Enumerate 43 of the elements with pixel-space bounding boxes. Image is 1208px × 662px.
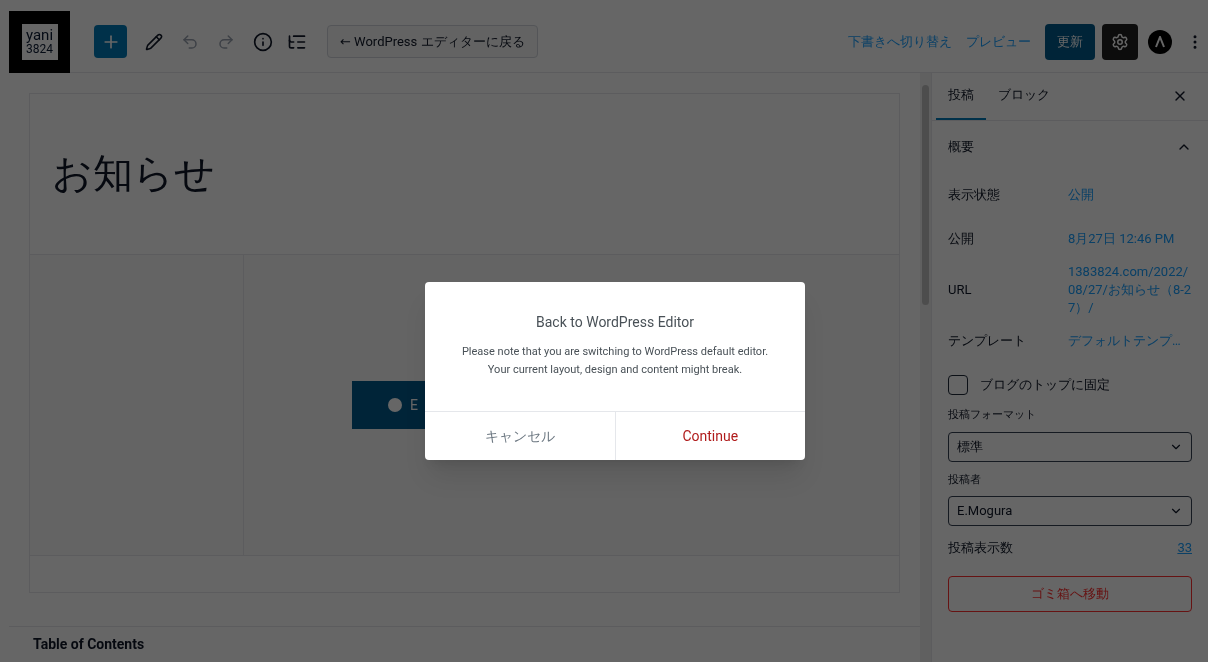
sidebar-tab[interactable]: 投稿 — [936, 72, 986, 120]
preview-link[interactable]: プレビュー — [966, 31, 1031, 52]
add-block-button[interactable] — [94, 25, 127, 58]
field-label: 公開 — [948, 230, 975, 249]
section-header[interactable]: 概要 — [948, 121, 1192, 173]
format-select[interactable]: 標準 — [948, 431, 1192, 462]
panel-title: Table of Contents — [33, 635, 145, 654]
plugin-icon[interactable] — [1148, 29, 1172, 54]
switch-to-draft-link[interactable]: 下書きへ切り替え — [848, 31, 952, 52]
field-label: 投稿者 — [948, 471, 982, 488]
field-label: テンプレート — [948, 332, 1027, 351]
dialog-title: Back to WordPress Editor — [536, 313, 694, 332]
elementor-icon — [388, 398, 402, 412]
views-count-link[interactable]: 33 — [1177, 538, 1192, 558]
site-logo[interactable]: yani 3824 — [9, 10, 70, 73]
cancel-button[interactable]: キャンセル — [425, 412, 616, 460]
update-button[interactable]: 更新 — [1045, 23, 1095, 60]
dialog-message: Please note that you are switching to WordPress default editor. Your current layout, design and content might break. — [460, 344, 770, 378]
author-select[interactable]: E.Mogura — [948, 496, 1192, 526]
edit-icon[interactable] — [145, 32, 163, 51]
checkbox-label: ブログのトップに固定 — [980, 376, 1110, 395]
sticky-checkbox[interactable] — [948, 375, 968, 395]
continue-button[interactable]: Continue — [615, 412, 805, 460]
field-value-link[interactable]: 公開 — [1068, 184, 1192, 206]
settings-button[interactable] — [1102, 23, 1138, 60]
field-value-link[interactable]: デフォルトテンプ… — [1068, 330, 1192, 352]
post-title[interactable]: お知らせ — [30, 94, 899, 254]
info-icon[interactable] — [253, 31, 273, 52]
field-label: 投稿フォーマット — [948, 407, 1037, 423]
modal-overlay[interactable] — [0, 0, 1208, 662]
field-label: 表示状態 — [948, 186, 1001, 205]
redo-icon[interactable] — [217, 32, 235, 51]
move-to-trash-button[interactable]: ゴミ箱へ移動 — [948, 575, 1192, 612]
back-to-editor-button[interactable]: ← WordPress エディターに戻る — [327, 25, 538, 58]
gear-icon — [1111, 32, 1129, 51]
field-value-link[interactable]: 8月27日 12:46 PM — [1068, 228, 1192, 250]
logo-text: 3824 — [26, 43, 53, 55]
sidebar-tab[interactable]: ブロック — [986, 72, 1062, 120]
field-label: 投稿表示数 — [948, 539, 1013, 557]
logo-text: yani — [25, 28, 54, 43]
undo-icon[interactable] — [181, 32, 199, 51]
field-value-link[interactable]: 1383824.com/2022/08/27/お知らせ（8-27）/ — [1068, 261, 1192, 319]
field-label: URL — [948, 281, 973, 300]
